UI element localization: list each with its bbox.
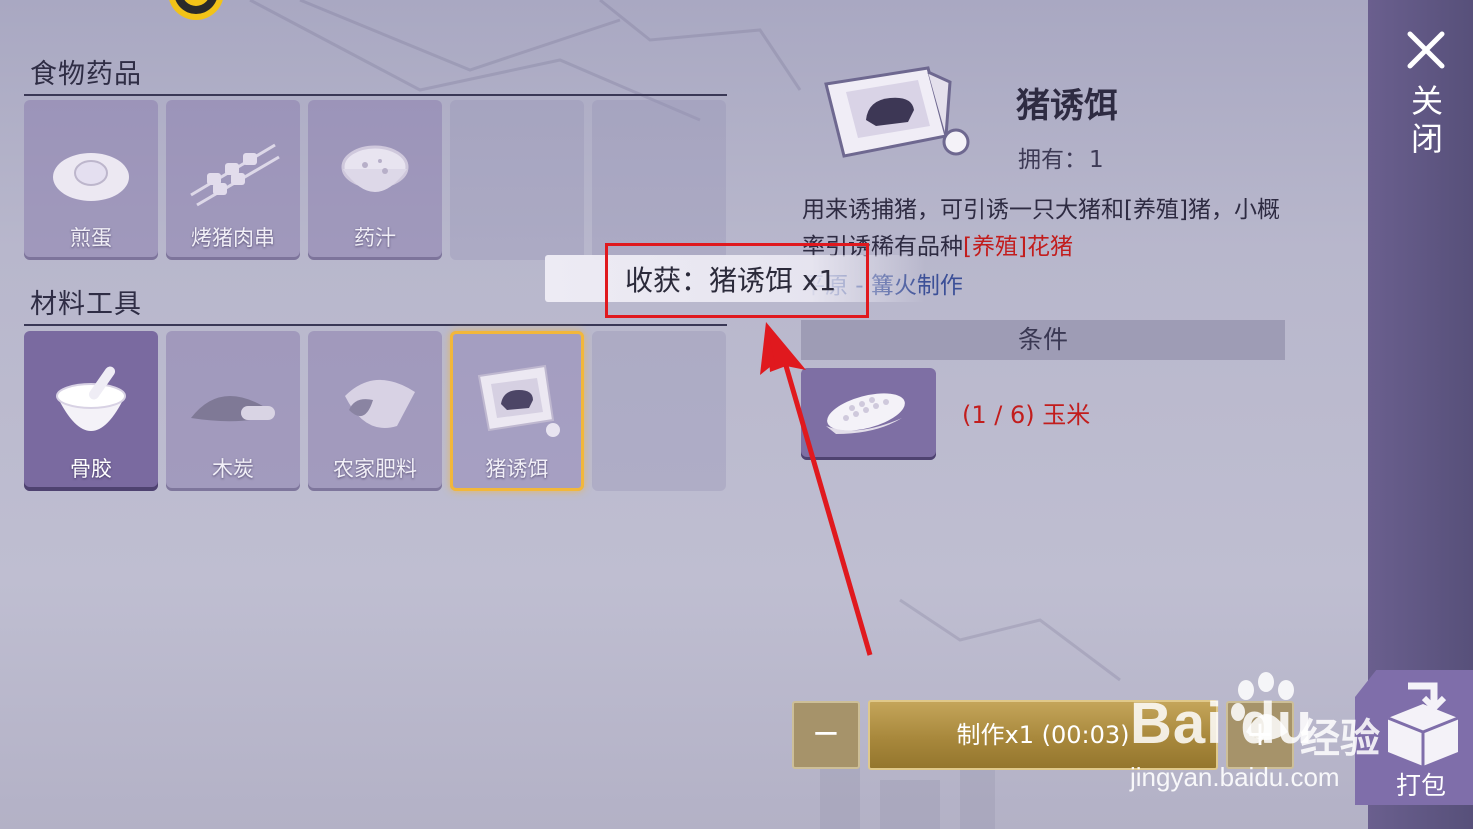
pack-label[interactable]: 打包 [1396,766,1446,802]
item-name: 木炭 [212,457,254,481]
item-title: 猪诱饵 [1016,86,1118,126]
item-slot-bone-glue[interactable]: 骨胶 [24,331,158,491]
item-name: 农家肥料 [333,457,417,481]
fertilizer-sack-icon [345,379,415,428]
item-name: 骨胶 [70,457,112,481]
box-icon [1387,682,1459,766]
item-slot-pig-bait[interactable]: 猪诱饵 [450,331,584,491]
materials-tools-grid: 骨胶 木炭 农家肥料 猪诱饵 [24,331,726,491]
food-medicine-grid: 煎蛋 烤猪肉串 药汁 [24,100,726,260]
item-slot-pork-skewer[interactable]: 烤猪肉串 [166,100,300,260]
fried-egg-icon [53,153,129,201]
watermark-text: 经验 [1300,716,1380,762]
pork-skewer-icon [190,143,280,207]
owned-label: 拥有： [1018,147,1087,173]
empty-slot[interactable] [592,331,726,491]
description-highlight: [养殖]花猪 [963,234,1073,260]
close-label[interactable]: 关闭 [1406,84,1448,160]
owned-value: 1 [1089,147,1104,173]
section-title-food-medicine: 食物药品 [30,59,142,90]
pig-bait-large-icon [824,66,970,158]
close-icon[interactable] [1404,28,1448,72]
owned-count: 拥有：1 [1016,140,1104,174]
item-name: 烤猪肉串 [191,226,275,250]
pig-bait-packet-icon [477,364,560,437]
section-title-materials-tools: 材料工具 [30,289,142,320]
item-slot-fried-egg[interactable]: 煎蛋 [24,100,158,260]
watermark-logo: Bai du [1130,691,1314,756]
item-name: 猪诱饵 [485,457,549,481]
watermark-url: jingyan.baidu.com [1130,762,1340,792]
soup-bowl-icon [341,145,409,192]
annotation-highlight-box [605,243,869,318]
yellow-badge-icon [169,0,223,20]
empty-slot[interactable] [592,100,726,260]
section-divider [24,324,727,326]
decrease-quantity-button[interactable]: − [792,701,860,769]
conditions-header: 条件 [801,320,1285,360]
item-name: 药汁 [354,226,396,250]
item-slot-medicine-soup[interactable]: 药汁 [308,100,442,260]
requirement-text: (1 / 6) 玉米 [962,401,1091,429]
item-slot-charcoal[interactable]: 木炭 [166,331,300,491]
item-name: 煎蛋 [70,226,112,250]
corn-icon [826,393,905,434]
charcoal-pile-icon [191,395,275,422]
section-divider [24,94,727,96]
empty-slot[interactable] [450,100,584,260]
mortar-bowl-icon [56,366,126,431]
requirement-slot[interactable] [801,368,936,460]
item-slot-farm-fertilizer[interactable]: 农家肥料 [308,331,442,491]
